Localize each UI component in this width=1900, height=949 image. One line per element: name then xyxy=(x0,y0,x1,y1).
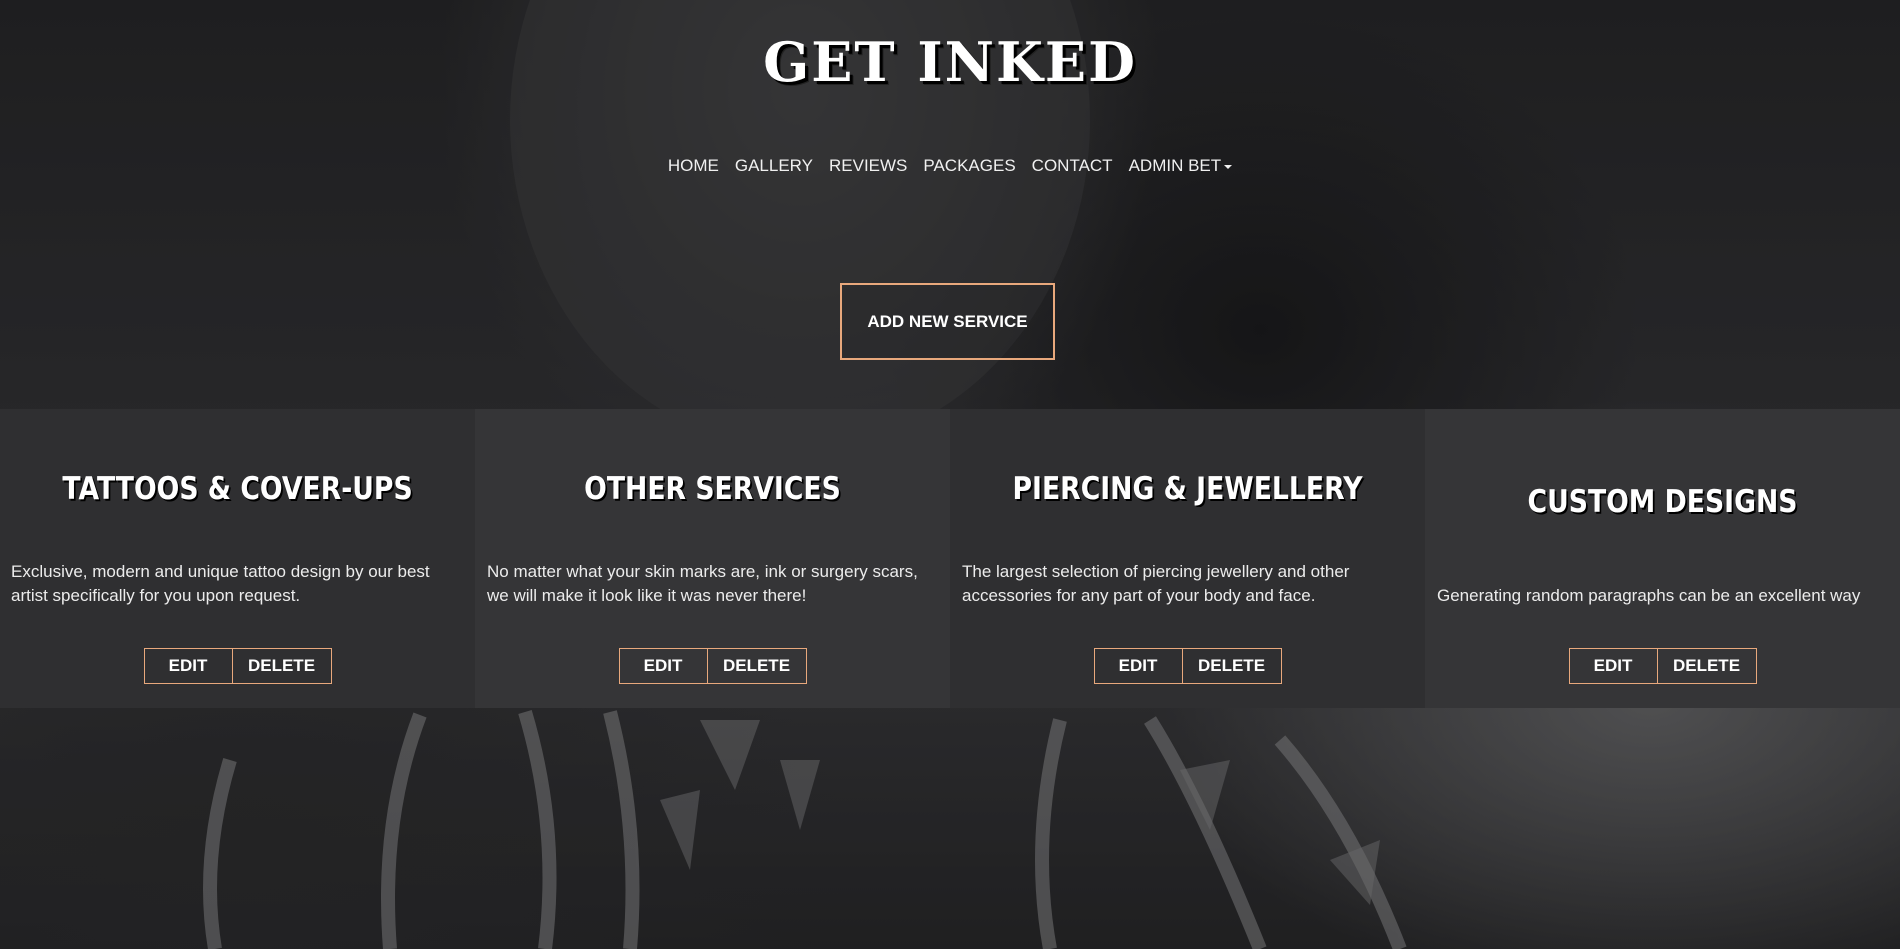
service-actions: EDIT DELETE xyxy=(950,648,1425,684)
add-new-service-button[interactable]: ADD NEW SERVICE xyxy=(840,283,1055,360)
nav-item-home[interactable]: HOME xyxy=(668,156,719,176)
admin-dropdown-label: ADMIN BET xyxy=(1128,156,1222,175)
service-description: Generating random paragraphs can be an e… xyxy=(1437,586,1861,605)
nav-item-reviews[interactable]: REVIEWS xyxy=(829,156,907,176)
service-title: CUSTOM DESIGNS xyxy=(1527,484,1798,520)
delete-button[interactable]: DELETE xyxy=(1182,648,1282,684)
services-list: TATTOOS & COVER-UPS Exclusive, modern an… xyxy=(0,409,1900,708)
service-title: PIERCING & JEWELLERY xyxy=(1012,471,1363,507)
service-title: OTHER SERVICES xyxy=(584,471,841,507)
service-card-piercing: PIERCING & JEWELLERY The largest selecti… xyxy=(950,409,1425,708)
edit-button[interactable]: EDIT xyxy=(1568,648,1658,684)
nav-item-packages[interactable]: PACKAGES xyxy=(923,156,1015,176)
delete-button[interactable]: DELETE xyxy=(1657,648,1757,684)
delete-button[interactable]: DELETE xyxy=(232,648,332,684)
nav-item-admin-dropdown[interactable]: ADMIN BET xyxy=(1129,156,1233,176)
service-actions: EDIT DELETE xyxy=(1425,648,1900,684)
main-nav: HOME GALLERY REVIEWS PACKAGES CONTACT AD… xyxy=(0,156,1900,176)
service-description: No matter what your skin marks are, ink … xyxy=(487,562,918,605)
service-actions: EDIT DELETE xyxy=(0,648,475,684)
edit-button[interactable]: EDIT xyxy=(143,648,233,684)
service-card-tattoos: TATTOOS & COVER-UPS Exclusive, modern an… xyxy=(0,409,475,708)
delete-button[interactable]: DELETE xyxy=(707,648,807,684)
site-logo[interactable]: GET INKED xyxy=(0,30,1900,94)
nav-item-gallery[interactable]: GALLERY xyxy=(735,156,813,176)
service-title: TATTOOS & COVER-UPS xyxy=(62,471,413,507)
service-card-other: OTHER SERVICES No matter what your skin … xyxy=(475,409,950,708)
service-card-custom: CUSTOM DESIGNS Generating random paragra… xyxy=(1425,409,1900,708)
edit-button[interactable]: EDIT xyxy=(1093,648,1183,684)
service-actions: EDIT DELETE xyxy=(475,648,950,684)
edit-button[interactable]: EDIT xyxy=(618,648,708,684)
caret-down-icon xyxy=(1224,164,1233,169)
service-description: The largest selection of piercing jewell… xyxy=(962,562,1350,605)
service-description: Exclusive, modern and unique tattoo desi… xyxy=(11,562,430,605)
nav-item-contact[interactable]: CONTACT xyxy=(1032,156,1113,176)
